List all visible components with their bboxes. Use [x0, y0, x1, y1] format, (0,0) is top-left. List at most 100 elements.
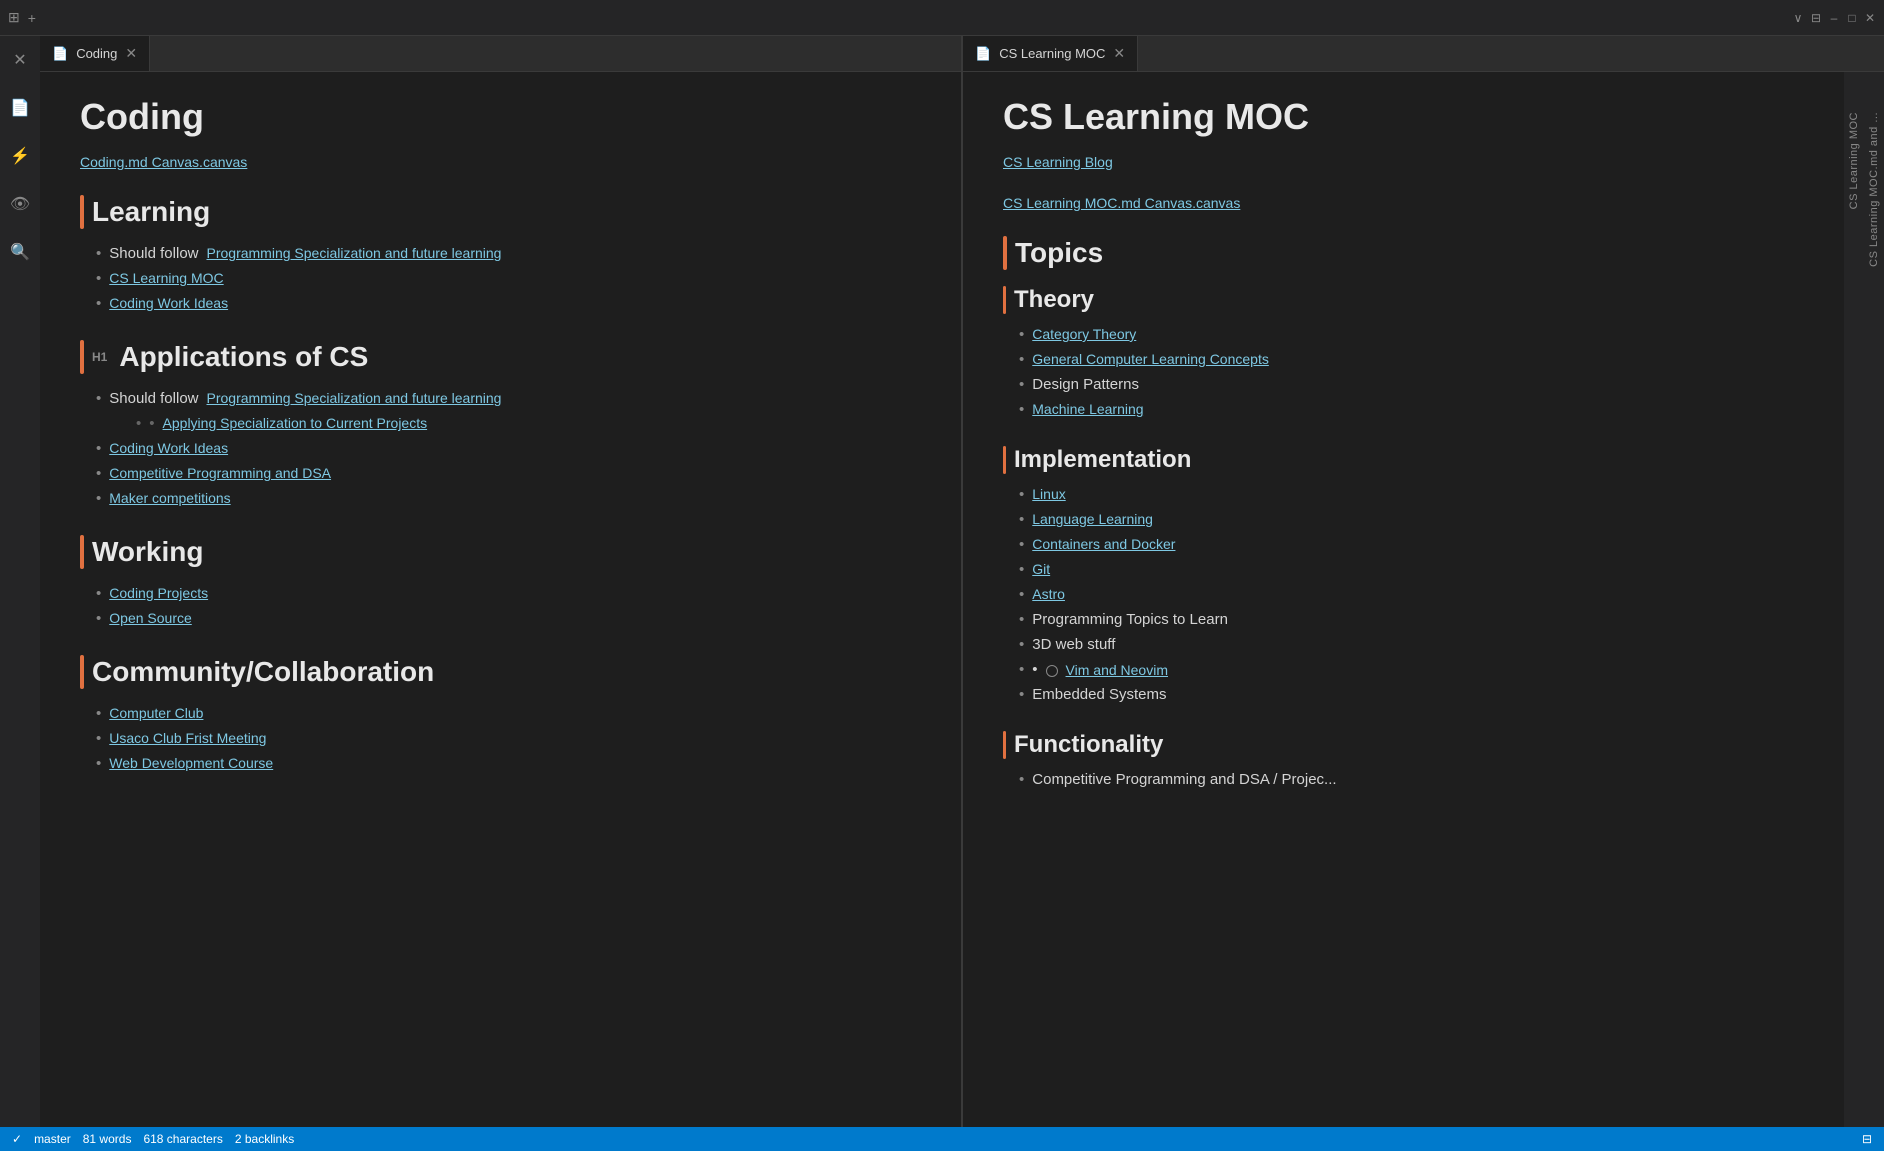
- graph-icon[interactable]: ⚡: [4, 140, 36, 172]
- minimize-button[interactable]: –: [1828, 12, 1840, 24]
- eye-icon[interactable]: 👁: [4, 188, 36, 220]
- coding-canvas-link[interactable]: Coding.md Canvas.canvas: [80, 154, 247, 170]
- coding-work-ideas-link-2[interactable]: Coding Work Ideas: [109, 440, 228, 456]
- community-heading: Community/Collaboration: [80, 655, 921, 689]
- coding-tab-label: Coding: [76, 46, 117, 61]
- cs-learning-blog-link[interactable]: CS Learning Blog: [1003, 154, 1113, 170]
- coding-work-ideas-link-1[interactable]: Coding Work Ideas: [109, 295, 228, 311]
- maximize-button[interactable]: □: [1846, 12, 1858, 24]
- left-pane: 📄 Coding ✕ Coding Coding.md Canvas.canva…: [40, 36, 962, 1127]
- grid-icon[interactable]: ⊞: [8, 9, 20, 26]
- list-item: Computer Club: [96, 705, 921, 722]
- search-icon[interactable]: 🔍: [4, 236, 36, 268]
- coding-tab[interactable]: 📄 Coding ✕: [40, 36, 150, 71]
- cs-learning-tab[interactable]: 📄 CS Learning MOC ✕: [963, 36, 1138, 71]
- linux-link[interactable]: Linux: [1032, 486, 1065, 502]
- community-list: Computer Club Usaco Club Frist Meeting W…: [80, 705, 921, 772]
- computer-club-link[interactable]: Computer Club: [109, 705, 203, 721]
- coding-projects-link[interactable]: Coding Projects: [109, 585, 208, 601]
- working-list: Coding Projects Open Source: [80, 585, 921, 627]
- theory-list: Category Theory General Computer Learnin…: [1003, 326, 1804, 418]
- list-item: Astro: [1019, 586, 1804, 603]
- cs-learning-tab-close[interactable]: ✕: [1113, 45, 1125, 62]
- astro-link[interactable]: Astro: [1032, 586, 1065, 602]
- list-item: CS Learning MOC: [96, 270, 921, 287]
- prog-spec-link-1[interactable]: Programming Specialization and future le…: [207, 245, 502, 261]
- close-sidebar-icon[interactable]: ✕: [4, 44, 36, 76]
- applying-spec-link[interactable]: Applying Specialization to Current Proje…: [163, 415, 428, 431]
- web-dev-course-link[interactable]: Web Development Course: [109, 755, 273, 771]
- coding-tab-close[interactable]: ✕: [125, 45, 137, 62]
- topics-section: Topics Theory Category Theory: [1003, 236, 1804, 788]
- git-link[interactable]: Git: [1032, 561, 1050, 577]
- list-item: Machine Learning: [1019, 401, 1804, 418]
- prog-spec-link-2[interactable]: Programming Specialization and future le…: [207, 390, 502, 406]
- top-bar: ⊞ + ∨ ⊟ – □ ✕: [0, 0, 1884, 36]
- top-bar-right: ∨ ⊟ – □ ✕: [1792, 12, 1876, 24]
- top-bar-left: ⊞ +: [8, 9, 36, 26]
- main-layout: ✕ 📄 ⚡ 👁 🔍 📄 Coding ✕ Coding Coding.md Ca…: [0, 36, 1884, 1127]
- right-tab-bar: 📄 CS Learning MOC ✕: [963, 36, 1884, 72]
- usaco-club-link[interactable]: Usaco Club Frist Meeting: [109, 730, 266, 746]
- file-icon[interactable]: 📄: [4, 92, 36, 124]
- programming-topics-text: Programming Topics to Learn: [1032, 611, 1228, 628]
- vim-radio-icon[interactable]: [1046, 665, 1058, 677]
- language-learning-link[interactable]: Language Learning: [1032, 511, 1153, 527]
- list-item: Should follow Programming Specialization…: [96, 245, 921, 262]
- vim-neovim-link[interactable]: Vim and Neovim: [1066, 662, 1168, 678]
- close-button[interactable]: ✕: [1864, 12, 1876, 24]
- machine-learning-link[interactable]: Machine Learning: [1032, 401, 1143, 417]
- cs-learning-moc-link[interactable]: CS Learning MOC: [109, 270, 223, 286]
- list-item: Competitive Programming and DSA / Projec…: [1019, 771, 1804, 788]
- layout-icon[interactable]: ⊟: [1862, 1132, 1872, 1146]
- chevron-down-icon[interactable]: ∨: [1792, 12, 1804, 24]
- right-pane-content: CS Learning MOC CS Learning Blog CS Lear…: [963, 72, 1844, 1127]
- split-view-icon[interactable]: ⊟: [1810, 12, 1822, 24]
- cs-learning-blog-link-line: CS Learning Blog: [1003, 154, 1804, 171]
- cs-learning-canvas-link-line: CS Learning MOC.md Canvas.canvas: [1003, 195, 1804, 212]
- containers-docker-link[interactable]: Containers and Docker: [1032, 536, 1175, 552]
- functionality-subsection: Functionality Competitive Programming an…: [1003, 731, 1804, 788]
- git-branch[interactable]: master: [34, 1132, 71, 1146]
- right-vertical-tab-area: CS Learning MOC CS Learning Blog CS Lear…: [963, 72, 1884, 1127]
- learning-section: Learning Should follow Programming Speci…: [80, 195, 921, 312]
- status-bar: ✓ master 81 words 618 characters 2 backl…: [0, 1127, 1884, 1151]
- learning-list: Should follow Programming Specialization…: [80, 245, 921, 312]
- list-item: Open Source: [96, 610, 921, 627]
- list-item: 3D web stuff: [1019, 636, 1804, 653]
- theory-subsection: Theory Category Theory General Computer …: [1003, 286, 1804, 418]
- vertical-label-cs: CS Learning MOC: [1848, 112, 1860, 209]
- list-item: Coding Work Ideas: [96, 295, 921, 312]
- theory-heading: Theory: [1003, 286, 1804, 314]
- working-section: Working Coding Projects Open Source: [80, 535, 921, 627]
- list-item: Design Patterns: [1019, 376, 1804, 393]
- cs-learning-canvas-link[interactable]: CS Learning MOC.md Canvas.canvas: [1003, 195, 1240, 211]
- left-pane-content: Coding Coding.md Canvas.canvas Learning …: [40, 72, 961, 1127]
- competitive-programming-link[interactable]: Competitive Programming and DSA: [109, 465, 331, 481]
- cs-learning-tab-label: CS Learning MOC: [999, 46, 1105, 61]
- backlinks-count: 2 backlinks: [235, 1132, 294, 1146]
- functionality-heading: Functionality: [1003, 731, 1804, 759]
- word-count: 81 words: [83, 1132, 132, 1146]
- implementation-list: Linux Language Learning Containers and D…: [1003, 486, 1804, 703]
- status-left: ✓ master 81 words 618 characters 2 backl…: [12, 1132, 294, 1146]
- general-cs-concepts-link[interactable]: General Computer Learning Concepts: [1032, 351, 1269, 367]
- list-item: Git: [1019, 561, 1804, 578]
- list-item: Language Learning: [1019, 511, 1804, 528]
- list-item: Containers and Docker: [1019, 536, 1804, 553]
- left-sidebar: ✕ 📄 ⚡ 👁 🔍: [0, 36, 40, 1127]
- window-controls: ∨ ⊟ – □ ✕: [1792, 12, 1876, 24]
- list-item: Linux: [1019, 486, 1804, 503]
- list-item: General Computer Learning Concepts: [1019, 351, 1804, 368]
- new-tab-icon[interactable]: +: [28, 10, 36, 26]
- category-theory-link[interactable]: Category Theory: [1032, 326, 1136, 342]
- list-item: Usaco Club Frist Meeting: [96, 730, 921, 747]
- open-source-link[interactable]: Open Source: [109, 610, 192, 626]
- vertical-label-bar-2: CS Learning MOC.md and ...: [1864, 72, 1884, 1127]
- maker-competitions-link[interactable]: Maker competitions: [109, 490, 230, 506]
- list-item: Coding Projects: [96, 585, 921, 602]
- design-patterns-text: Design Patterns: [1032, 376, 1139, 393]
- left-tab-bar: 📄 Coding ✕: [40, 36, 961, 72]
- coding-canvas-link-line: Coding.md Canvas.canvas: [80, 154, 921, 171]
- list-item: Competitive Programming and DSA: [96, 465, 921, 482]
